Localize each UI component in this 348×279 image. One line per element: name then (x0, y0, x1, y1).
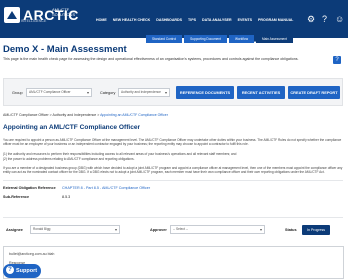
question-icon: ? (6, 265, 14, 274)
filter-panel: Group AML/CTF Compliance Officer ▾ Categ… (3, 78, 343, 106)
create-draft-report-button[interactable]: CREATE DRAFT REPORT (288, 86, 340, 99)
section-paragraph: (2) the power to address problems relati… (3, 157, 135, 161)
step-workflow[interactable]: Workflow (228, 35, 255, 43)
chevron-down-icon: ▾ (164, 90, 167, 95)
nav-program-manual[interactable]: PROGRAM MANUAL (258, 18, 293, 22)
approver-label: Approver (150, 228, 167, 232)
step-standard-control[interactable]: Standard Control (146, 35, 183, 43)
assignee-select[interactable]: Ronald Bigg ▾ (30, 225, 120, 234)
user-icon[interactable]: ☺ (335, 14, 344, 24)
nav-data-analyser[interactable]: DATA ANALYSER (202, 18, 232, 22)
status-label: Status (285, 228, 297, 232)
chevron-down-icon: ▾ (86, 90, 89, 95)
page-help-icon[interactable]: ? (333, 56, 341, 64)
section-paragraph: You are required to appoint a person as … (3, 138, 342, 147)
obligation-reference-link[interactable]: CHAPTER 8 - Part 8.5 - AML/CTF Complianc… (62, 186, 150, 190)
page-subtitle: This page is the main health check page … (3, 57, 299, 61)
group-select[interactable]: AML/CTF Compliance Officer ▾ (26, 88, 92, 97)
top-navigation-bar: ARCTIC AML/CTF SOLUTIONS INTELLIGENCE HO… (0, 0, 348, 38)
group-label: Group (12, 91, 23, 95)
section-paragraph: If you are a member of a designated busi… (3, 166, 343, 175)
section-heading: Appointing an AML/CTF Compliance Officer (3, 124, 141, 131)
obligation-reference-label: External Obligation Reference (3, 186, 56, 190)
brand-tagline: INTELLIGENCE (21, 19, 47, 23)
section-paragraph: (1) the authority and resources to perfo… (3, 152, 237, 156)
category-select[interactable]: Authority and Independence ▾ (118, 88, 170, 97)
page-title: Demo X - Main Assessment (3, 44, 127, 55)
category-label: Category (100, 91, 116, 95)
breadcrumb: AML/CTF Compliance Officer > Authority a… (3, 113, 168, 117)
nav-events[interactable]: EVENTS (238, 18, 252, 22)
nav-new-health-check[interactable]: NEW HEALTH CHECK (113, 18, 150, 22)
nav-home[interactable]: HOME (96, 18, 107, 22)
chevron-down-icon: ▾ (114, 227, 117, 232)
main-nav-links: HOME NEW HEALTH CHECK DASHBOARDS TIPS DA… (96, 18, 293, 22)
recent-activities-button[interactable]: RECENT ACTIVITIES (237, 86, 285, 99)
divider (3, 217, 343, 218)
nav-tips[interactable]: TIPS (188, 18, 196, 22)
status-button[interactable]: In Progress (302, 225, 330, 235)
brand-subtitle: AML/CTF SOLUTIONS (52, 7, 76, 17)
support-button[interactable]: ? Support (3, 264, 41, 278)
sub-reference-value: 8.5.3 (62, 195, 71, 199)
gear-icon[interactable]: ⚙ (307, 14, 315, 25)
editor-text: bullet@arcticeg.com.au blah (9, 252, 55, 256)
chevron-down-icon: ▾ (259, 227, 262, 232)
assessment-steps: Standard Control Supporting Document Wor… (146, 35, 293, 43)
step-main-assessment[interactable]: Main Assessment (256, 35, 293, 43)
breadcrumb-current: Appointing an AML/CTF Compliance Officer (100, 113, 168, 117)
reference-documents-button[interactable]: REFERENCE DOCUMENTS (176, 86, 234, 99)
step-supporting-document[interactable]: Supporting Document (184, 35, 227, 43)
sub-reference-label: Sub-Reference (3, 195, 30, 199)
nav-dashboards[interactable]: DASHBOARDS (156, 18, 182, 22)
divider (3, 180, 343, 181)
help-icon[interactable]: ? (322, 14, 327, 24)
breadcrumb-item[interactable]: Authority and Independence (52, 113, 96, 117)
response-editor[interactable]: bullet@arcticeg.com.au blah Response (3, 246, 344, 279)
arctic-logo-icon (4, 7, 20, 23)
breadcrumb-item[interactable]: AML/CTF Compliance Officer (3, 113, 49, 117)
approver-select[interactable]: -- Select -- ▾ (170, 225, 265, 234)
assignee-label: Assignee (6, 228, 23, 232)
